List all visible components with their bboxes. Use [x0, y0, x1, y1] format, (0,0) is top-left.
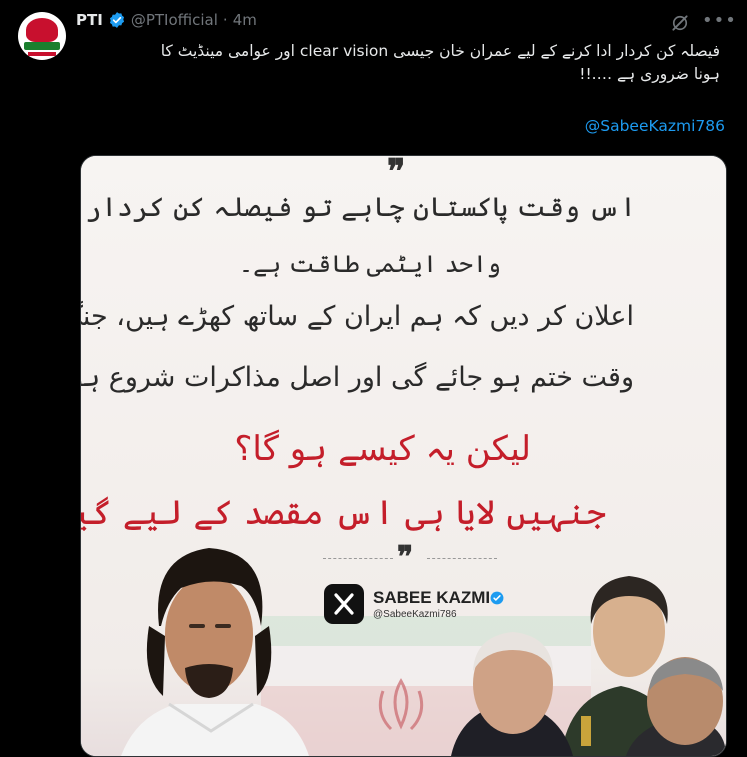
- author-handle[interactable]: @PTIofficial: [131, 11, 218, 29]
- tweet-timestamp[interactable]: 4m: [233, 11, 257, 29]
- verified-badge-icon: [109, 12, 124, 28]
- portraits-illustration: [121, 548, 726, 756]
- avatar-band-lower: [28, 52, 56, 56]
- mention-link[interactable]: @SabeeKazmi786: [585, 117, 725, 135]
- tweet-text-line2: ہونا ضروری ہے ….!!: [579, 65, 720, 83]
- tweet-media-image[interactable]: ❞ ❞ اس وقت پاکستان چاہے تو فیصلہ کن کردا…: [80, 155, 727, 757]
- more-options-icon[interactable]: •••: [702, 12, 736, 33]
- grok-icon[interactable]: [670, 13, 690, 33]
- tweet-header: PTI @PTIofficial · 4m: [76, 11, 257, 29]
- author-name[interactable]: PTI: [76, 11, 103, 29]
- tweet-text-line1: فیصلہ کن کردار ادا کرنے کے لیے عمران خان…: [160, 42, 720, 60]
- portrait-left: [121, 548, 309, 756]
- author-avatar[interactable]: [18, 12, 66, 60]
- pti-logo-icon: [26, 18, 58, 42]
- tweet-text: فیصلہ کن کردار ادا کرنے کے لیے عمران خان…: [80, 40, 720, 86]
- header-separator: ·: [222, 11, 228, 29]
- avatar-band: [24, 42, 60, 50]
- portrait-middle: [451, 632, 573, 756]
